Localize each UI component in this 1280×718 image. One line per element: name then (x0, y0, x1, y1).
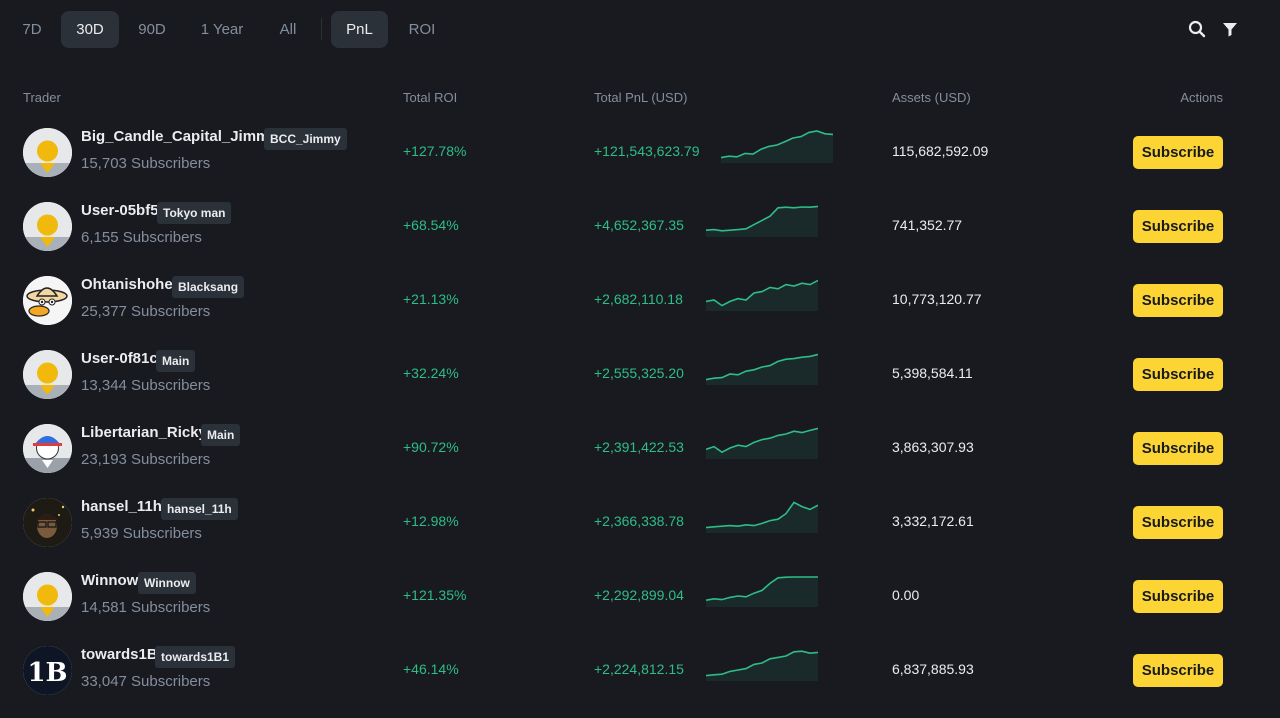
tab-divider (321, 18, 322, 40)
total-pnl-value: +4,652,367.35 (594, 217, 684, 233)
subscriber-count: 33,047 Subscribers (81, 673, 211, 690)
trader-tag-badge: hansel_11h (161, 498, 238, 520)
subscriber-count: 25,377 Subscribers (81, 303, 211, 320)
total-roi-value: +68.54% (403, 217, 459, 233)
total-roi-value: +127.78% (403, 143, 467, 159)
filter-icon[interactable] (1221, 20, 1239, 38)
svg-text:1B: 1B (27, 658, 67, 688)
total-roi-value: +12.98% (403, 513, 459, 529)
trader-name[interactable]: Big_Candle_Capital_Jimmy (81, 128, 278, 145)
trader-tag-badge: Tokyo man (157, 202, 232, 224)
table-row: Ohtanishohei Blacksang 25,377 Subscribers +… (0, 265, 1280, 339)
pnl-sparkline (705, 571, 818, 607)
avatar[interactable] (23, 498, 72, 547)
total-pnl-value: +2,366,338.78 (594, 513, 684, 529)
avatar[interactable] (23, 350, 72, 399)
search-icon[interactable] (1188, 20, 1206, 38)
total-pnl-value: +2,391,422.53 (594, 439, 684, 455)
assets-value: 3,332,172.61 (892, 513, 974, 529)
avatar[interactable] (23, 202, 72, 251)
trader-name[interactable]: towards1B (81, 646, 158, 663)
avatar[interactable]: 1B (23, 646, 72, 695)
tab-pnl[interactable]: PnL (331, 11, 388, 48)
tab-1-year[interactable]: 1 Year (190, 11, 254, 48)
total-roi-value: +90.72% (403, 439, 459, 455)
avatar[interactable] (23, 276, 72, 325)
subscribe-button[interactable]: Subscribe (1133, 358, 1223, 391)
tab-30d[interactable]: 30D (61, 11, 119, 48)
pnl-sparkline (705, 497, 819, 533)
avatar[interactable] (23, 128, 72, 177)
pnl-sparkline (705, 423, 819, 459)
pnl-sparkline (705, 645, 819, 681)
subscribe-button[interactable]: Subscribe (1133, 432, 1223, 465)
trader-name[interactable]: hansel_11h (81, 498, 162, 515)
trader-name[interactable]: User-05bf5 (81, 202, 159, 219)
total-roi-value: +21.13% (403, 291, 459, 307)
total-pnl-value: +121,543,623.79 (594, 143, 700, 159)
subscribe-button[interactable]: Subscribe (1133, 210, 1223, 243)
subscriber-count: 6,155 Subscribers (81, 229, 202, 246)
trader-name[interactable]: Winnow (81, 572, 138, 589)
total-roi-value: +32.24% (403, 365, 459, 381)
assets-value: 3,863,307.93 (892, 439, 974, 455)
trader-tag-badge: Main (201, 424, 241, 446)
trader-tag-badge: towards1B1 (155, 646, 236, 668)
subscriber-count: 23,193 Subscribers (81, 451, 211, 468)
assets-value: 0.00 (892, 587, 920, 603)
header-trader: Trader (23, 90, 61, 105)
total-roi-value: +121.35% (403, 587, 467, 603)
trader-tag-badge: Blacksang (172, 276, 245, 298)
subscriber-count: 15,703 Subscribers (81, 155, 211, 172)
pnl-sparkline (705, 349, 819, 385)
assets-value: 115,682,592.09 (892, 143, 989, 159)
avatar[interactable] (23, 424, 72, 473)
tab-roi[interactable]: ROI (397, 11, 447, 48)
table-row: Winnow Winnow 14,581 Subscribers +121.35% +2… (0, 561, 1280, 635)
table-row: Libertarian_Ricky Main 23,193 Subscribers +… (0, 413, 1280, 487)
pnl-sparkline (720, 127, 834, 163)
subscribe-button[interactable]: Subscribe (1133, 506, 1223, 539)
table-row: Big_Candle_Capital_Jimmy BCC_Jimmy 15,703 … (0, 117, 1280, 191)
assets-value: 10,773,120.77 (892, 291, 982, 307)
trader-name[interactable]: User-0f81c (81, 350, 158, 367)
table-row: hansel_11h hansel_11h 5,939 Subscribers +12… (0, 487, 1280, 561)
table-header: Trader Total ROI Total PnL (USD) Assets … (0, 90, 1280, 110)
header-total-pnl: Total PnL (USD) (594, 90, 688, 105)
table-row: User-05bf5 Tokyo man 6,155 Subscribers +68.… (0, 191, 1280, 265)
total-pnl-value: +2,292,899.04 (594, 587, 684, 603)
subscribe-button[interactable]: Subscribe (1133, 284, 1223, 317)
table-row: User-0f81c Main 13,344 Subscribers +32.24% +… (0, 339, 1280, 413)
subscriber-count: 14,581 Subscribers (81, 599, 211, 616)
tab-7d[interactable]: 7D (12, 11, 52, 48)
header-actions: Actions (1180, 90, 1223, 105)
pnl-sparkline (705, 275, 819, 311)
total-pnl-value: +2,682,110.18 (594, 291, 683, 307)
tab-90d[interactable]: 90D (128, 11, 176, 48)
subscribe-button[interactable]: Subscribe (1133, 136, 1223, 169)
total-pnl-value: +2,555,325.20 (594, 365, 684, 381)
total-roi-value: +46.14% (403, 661, 459, 677)
trader-tag-badge: BCC_Jimmy (264, 128, 347, 150)
assets-value: 741,352.77 (892, 217, 963, 233)
subscribe-button[interactable]: Subscribe (1133, 654, 1223, 687)
header-assets: Assets (USD) (892, 90, 971, 105)
trader-tag-badge: Winnow (138, 572, 196, 594)
trader-name[interactable]: Libertarian_Ricky (81, 424, 207, 441)
subscriber-count: 13,344 Subscribers (81, 377, 211, 394)
assets-value: 5,398,584.11 (892, 365, 973, 381)
header-total-roi: Total ROI (403, 90, 458, 105)
top-bar: 7D 30D 90D 1 Year All PnL ROI (0, 0, 1280, 60)
subscriber-count: 5,939 Subscribers (81, 525, 202, 542)
trader-name[interactable]: Ohtanishohei (81, 276, 177, 293)
assets-value: 6,837,885.93 (892, 661, 974, 677)
tab-all[interactable]: All (266, 11, 310, 48)
table-row: 1B towards1B towards1B1 33,047 Subscribers +… (0, 635, 1280, 709)
pnl-sparkline (705, 201, 819, 237)
avatar[interactable] (23, 572, 72, 621)
subscribe-button[interactable]: Subscribe (1133, 580, 1223, 613)
trader-tag-badge: Main (156, 350, 196, 372)
total-pnl-value: +2,224,812.15 (594, 661, 684, 677)
